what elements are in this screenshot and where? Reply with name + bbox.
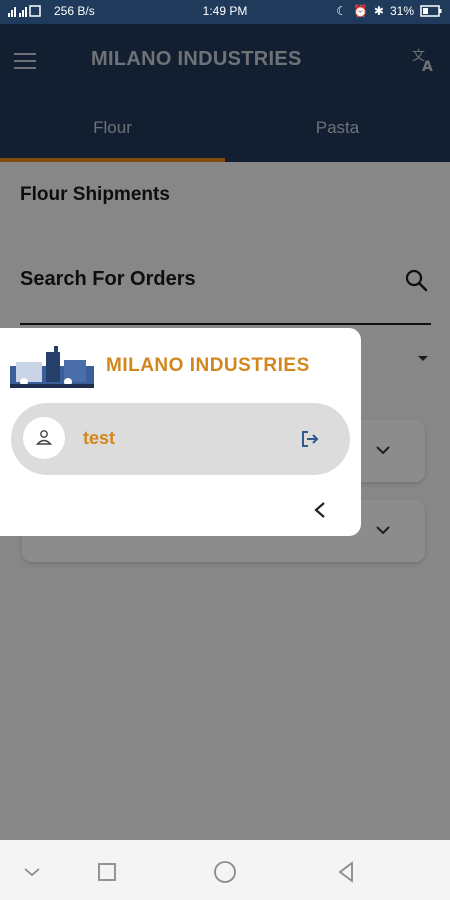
- system-nav-bar: [0, 840, 450, 900]
- battery-percent: 31%: [389, 4, 414, 18]
- avatar: [23, 417, 65, 459]
- logout-icon[interactable]: [300, 429, 320, 449]
- status-right: ☾ ⏰ ✱ 31%: [336, 4, 442, 18]
- chevron-left-icon[interactable]: [312, 501, 328, 519]
- user-account-item[interactable]: test: [11, 403, 350, 475]
- bluetooth-icon: ✱: [373, 4, 384, 18]
- nav-drawer: MILANO INDUSTRIES test: [0, 328, 361, 536]
- moon-icon: ☾: [336, 4, 347, 18]
- drawer-title: MILANO INDUSTRIES: [106, 355, 310, 376]
- user-icon: [35, 430, 53, 445]
- company-logo: [10, 344, 94, 388]
- home-icon[interactable]: [213, 860, 237, 884]
- recents-icon[interactable]: [95, 860, 119, 884]
- status-bar: 256 B/s 1:49 PM ☾ ⏰ ✱ 31%: [0, 0, 450, 24]
- alarm-icon: ⏰: [352, 4, 368, 18]
- clock: 1:49 PM: [202, 4, 248, 18]
- battery-icon: [420, 5, 442, 17]
- user-name: test: [83, 428, 116, 448]
- chevron-down-icon[interactable]: [20, 860, 44, 884]
- back-icon[interactable]: [334, 860, 358, 884]
